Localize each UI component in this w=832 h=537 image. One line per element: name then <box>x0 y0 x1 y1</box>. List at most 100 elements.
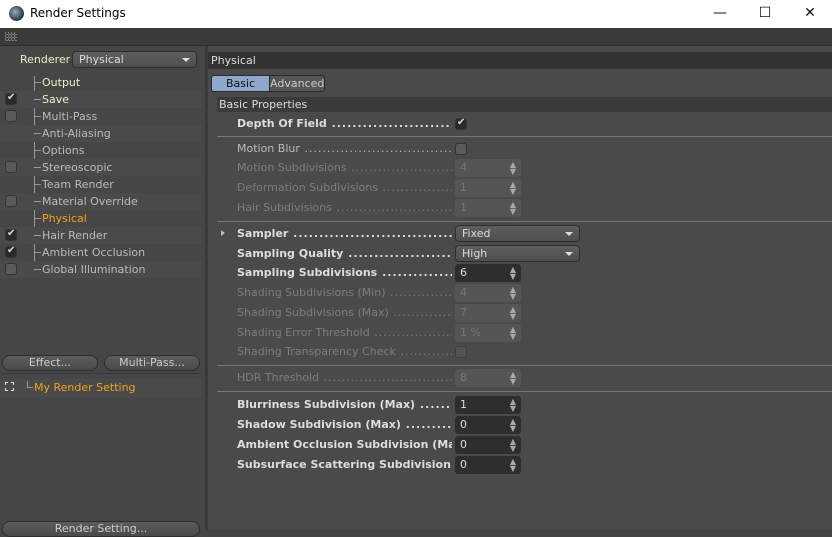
grip-icon[interactable] <box>5 32 17 41</box>
number-field[interactable]: 8 ▲ ▼ <box>455 369 521 387</box>
minimize-button[interactable]: — <box>700 2 740 24</box>
expand-triangle-icon[interactable] <box>221 230 225 236</box>
checkbox[interactable] <box>5 110 17 122</box>
number-field[interactable]: 0 ▲ ▼ <box>455 416 521 434</box>
setting-label: Shading Subdivisions (Max) <box>237 306 452 319</box>
setting-label: Hair Subdivisions <box>237 201 452 214</box>
setting-row: Sampler Fixed <box>221 225 827 243</box>
dropdown-value: High <box>462 247 488 260</box>
tab-advanced[interactable]: Advanced <box>269 75 325 92</box>
tree-line <box>34 133 41 134</box>
checkbox[interactable] <box>5 161 17 173</box>
tree-item-output[interactable]: Output <box>0 74 202 91</box>
spinner-icon[interactable]: ▲ ▼ <box>510 398 516 413</box>
separator <box>217 136 832 137</box>
setting-row: Motion Subdivisions 4 ▲▼ <box>237 159 827 177</box>
setting-label: Ambient Occlusion Subdivision (Max) <box>237 438 452 451</box>
number-field[interactable]: 4 ▲ ▼ <box>455 284 521 302</box>
tree-item-label: Output <box>42 76 81 89</box>
checkbox[interactable] <box>5 245 17 258</box>
number-field[interactable]: 1 ▲ ▼ <box>455 199 521 217</box>
chevron-down-icon <box>565 252 573 256</box>
checkbox[interactable] <box>5 92 17 105</box>
tree-item-multi-pass[interactable]: Multi-Pass <box>0 108 202 125</box>
spinner-icon[interactable]: ▲ ▼ <box>510 266 516 281</box>
field-value: 0 <box>460 438 467 451</box>
setting-label: Motion Blur <box>237 142 452 155</box>
field-value: 4 <box>460 286 467 299</box>
multipass-button[interactable]: Multi-Pass... <box>104 355 200 371</box>
tree-item-stereoscopic[interactable]: Stereoscopic <box>0 159 202 176</box>
effect-button[interactable]: Effect... <box>2 355 98 371</box>
tree-item-label: Hair Render <box>42 229 108 242</box>
field-value: 1 <box>460 201 467 214</box>
separator <box>217 365 832 366</box>
tree-line <box>34 99 41 100</box>
separator <box>217 221 832 222</box>
spinner-icon[interactable]: ▲ ▼ <box>510 418 516 433</box>
close-button[interactable]: ✕ <box>790 2 830 24</box>
number-field[interactable]: 0 ▲ ▼ <box>455 456 521 474</box>
tree-item-hair-render[interactable]: Hair Render <box>0 227 202 244</box>
dropdown[interactable]: Fixed <box>455 225 580 242</box>
tree-item-team-render[interactable]: Team Render <box>0 176 202 193</box>
tree-item-label: Global Illumination <box>42 263 146 276</box>
spinner-icon[interactable]: ▲ ▼ <box>510 438 516 453</box>
tree-item-physical[interactable]: Physical <box>0 210 202 227</box>
tree-item-save[interactable]: Save <box>0 91 202 108</box>
maximize-button[interactable]: ☐ <box>745 2 785 24</box>
checkbox[interactable] <box>455 346 467 358</box>
renderer-label: Renderer <box>20 53 71 66</box>
setting-row: Motion Blur <box>237 140 827 158</box>
spinner-icon[interactable]: ▲ ▼ <box>510 201 516 216</box>
spinner-icon[interactable]: ▲ ▼ <box>510 326 516 341</box>
setting-label: Sampling Subdivisions <box>237 266 452 279</box>
tree-line <box>34 82 41 83</box>
setting-label: Sampler <box>237 227 452 240</box>
tree-line <box>34 184 41 185</box>
spinner-icon[interactable]: ▲ ▼ <box>510 306 516 321</box>
tree-line <box>34 269 41 270</box>
tree-item-ambient-occlusion[interactable]: Ambient Occlusion <box>0 244 202 261</box>
spinner-icon[interactable]: ▲ ▼ <box>510 458 516 473</box>
app-icon <box>9 6 24 21</box>
field-value: 6 <box>460 266 467 279</box>
number-field[interactable]: 4 ▲ ▼ <box>455 159 521 177</box>
tree-item-anti-aliasing[interactable]: Anti-Aliasing <box>0 125 202 142</box>
tree-line <box>34 167 41 168</box>
checkbox[interactable] <box>455 143 467 155</box>
spinner-icon[interactable]: ▲ ▼ <box>510 371 516 386</box>
chevron-down-icon <box>182 58 190 62</box>
toolbar-strip <box>0 28 832 46</box>
spinner-icon[interactable]: ▲ ▼ <box>510 181 516 196</box>
render-setting-button[interactable]: Render Setting... <box>2 521 200 537</box>
setting-label: Motion Subdivisions <box>237 161 452 174</box>
tree-item-material-override[interactable]: Material Override <box>0 193 202 210</box>
number-field[interactable]: 7 ▲ ▼ <box>455 304 521 322</box>
dropdown[interactable]: High <box>455 245 580 262</box>
field-value: 8 <box>460 371 467 384</box>
spinner-icon[interactable]: ▲ ▼ <box>510 161 516 176</box>
field-value: 0 <box>460 418 467 431</box>
tab-basic[interactable]: Basic <box>211 75 270 92</box>
number-field[interactable]: 1 % ▲ ▼ <box>455 324 521 342</box>
attributes-panel: Physical Basic Advanced Basic Properties… <box>208 46 832 530</box>
renderer-dropdown[interactable]: Physical <box>72 51 197 68</box>
checkbox[interactable] <box>455 117 467 130</box>
dropdown-value: Fixed <box>462 227 491 240</box>
number-field[interactable]: 0 ▲ ▼ <box>455 436 521 454</box>
render-setting-item[interactable]: My Render Setting <box>0 379 202 397</box>
checkbox[interactable] <box>5 263 17 275</box>
checkbox[interactable] <box>5 195 17 207</box>
number-field[interactable]: 6 ▲ ▼ <box>455 264 521 282</box>
tree-item-global-illumination[interactable]: Global Illumination <box>0 261 202 278</box>
title-bar: Render Settings — ☐ ✕ <box>0 0 832 28</box>
setting-row: Sampling Subdivisions 6 ▲▼ <box>237 264 827 282</box>
setting-label: Blurriness Subdivision (Max) <box>237 398 452 411</box>
checkbox[interactable] <box>5 228 17 241</box>
number-field[interactable]: 1 ▲ ▼ <box>455 396 521 414</box>
number-field[interactable]: 1 ▲ ▼ <box>455 179 521 197</box>
tree-item-options[interactable]: Options <box>0 142 202 159</box>
spinner-icon[interactable]: ▲ ▼ <box>510 286 516 301</box>
field-value: 1 <box>460 181 467 194</box>
